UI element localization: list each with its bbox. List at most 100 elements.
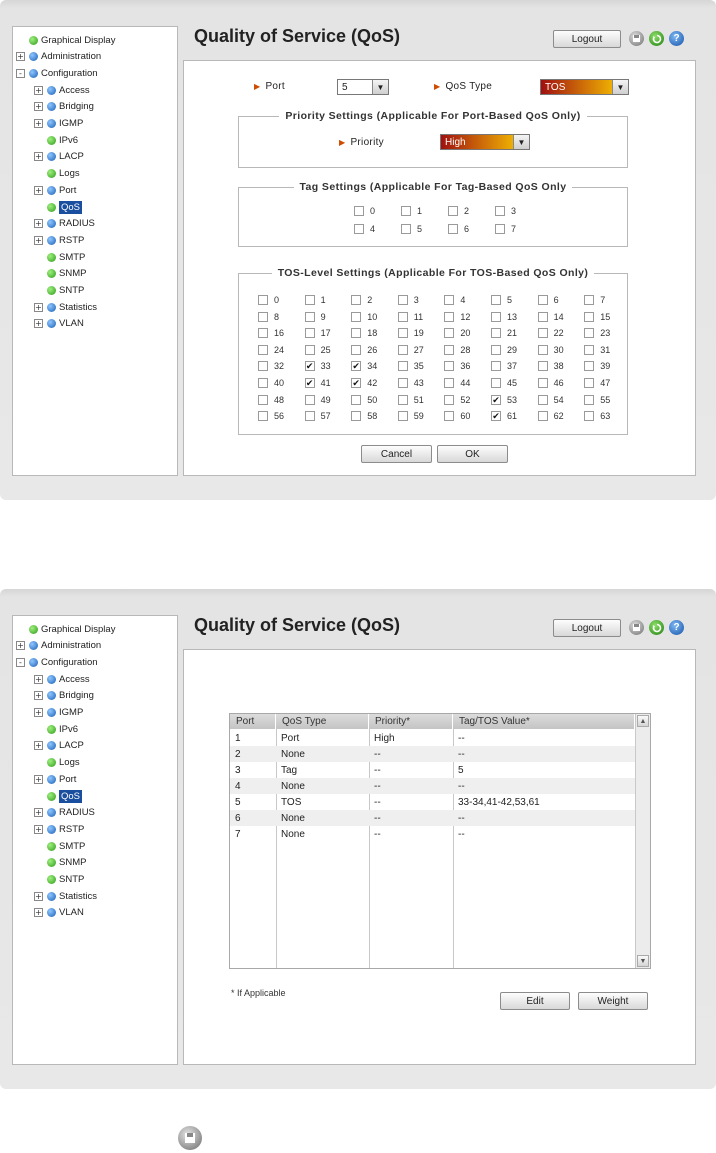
tos-checkbox-59[interactable] xyxy=(397,411,408,422)
tos-checkbox-40[interactable] xyxy=(258,378,268,388)
sidebar-item-logs[interactable]: Logs xyxy=(34,756,80,770)
tos-checkbox-56[interactable] xyxy=(258,411,268,422)
table-cell[interactable]: 5 xyxy=(453,762,464,778)
sidebar-item-vlan[interactable]: + VLAN xyxy=(34,317,84,331)
table-cell[interactable]: 5 xyxy=(230,794,241,810)
sidebar-item-administration[interactable]: + Administration xyxy=(16,639,101,653)
tos-checkbox-38[interactable] xyxy=(537,361,548,372)
tos-checkbox-35[interactable] xyxy=(397,361,408,372)
table-cell[interactable]: -- xyxy=(369,826,381,842)
table-cell[interactable]: 4 xyxy=(230,778,241,794)
tos-checkbox-36[interactable] xyxy=(444,361,455,372)
sidebar-item-smtp[interactable]: SMTP xyxy=(34,839,85,853)
sidebar-item-administration[interactable]: + Administration xyxy=(16,50,101,64)
tos-checkbox-29[interactable] xyxy=(491,344,501,355)
save-icon[interactable] xyxy=(629,31,644,46)
sidebar-item-igmp[interactable]: + IGMP xyxy=(34,706,83,720)
tos-checkbox-42[interactable]: ✔ xyxy=(351,378,362,388)
table-cell[interactable]: 33-34,41-42,53,61 xyxy=(453,794,540,810)
sidebar-item-logs[interactable]: Logs xyxy=(34,167,80,181)
table-cell[interactable]: 1 xyxy=(230,730,241,746)
tos-checkbox-8[interactable] xyxy=(258,311,268,322)
sidebar-item-lacp[interactable]: + LACP xyxy=(34,739,84,753)
tos-checkbox-62[interactable] xyxy=(537,411,548,422)
port-select[interactable]: 5 ▼ xyxy=(337,79,389,95)
tos-checkbox-51[interactable] xyxy=(397,394,408,405)
expand-icon[interactable]: + xyxy=(34,824,43,834)
qos-type-select[interactable]: TOS ▼ xyxy=(540,79,629,95)
tos-checkbox-7[interactable] xyxy=(584,295,595,305)
tos-checkbox-44[interactable] xyxy=(444,378,455,388)
table-cell[interactable]: 3 xyxy=(230,762,241,778)
tos-checkbox-2[interactable] xyxy=(351,295,362,305)
tos-checkbox-21[interactable] xyxy=(491,328,501,339)
tos-checkbox-18[interactable] xyxy=(351,328,362,339)
tos-checkbox-3[interactable] xyxy=(397,295,408,305)
table-cell[interactable]: -- xyxy=(369,810,381,826)
sidebar-item-radius[interactable]: + RADIUS xyxy=(34,217,95,231)
sidebar-item-igmp[interactable]: + IGMP xyxy=(34,117,83,131)
tos-checkbox-1[interactable] xyxy=(304,295,315,305)
tag-checkbox-0[interactable] xyxy=(354,206,364,216)
sidebar-item-vlan[interactable]: + VLAN xyxy=(34,906,84,920)
expand-icon[interactable]: + xyxy=(34,691,43,701)
table-cell[interactable]: -- xyxy=(369,794,381,810)
tos-checkbox-24[interactable] xyxy=(258,344,268,355)
sidebar-item-rstp[interactable]: + RSTP xyxy=(34,233,84,247)
collapse-icon[interactable]: - xyxy=(16,68,25,78)
sidebar-item-configuration[interactable]: - Configuration xyxy=(16,655,98,669)
tos-checkbox-47[interactable] xyxy=(584,378,595,388)
tos-checkbox-32[interactable] xyxy=(258,361,268,372)
column-header[interactable]: Tag/TOS Value* xyxy=(453,714,635,729)
tos-checkbox-45[interactable] xyxy=(491,378,501,388)
tag-checkbox-3[interactable] xyxy=(495,206,505,216)
expand-icon[interactable]: + xyxy=(16,641,25,651)
weight-button[interactable]: Weight xyxy=(578,992,648,1010)
tos-checkbox-10[interactable] xyxy=(351,311,362,322)
tos-checkbox-49[interactable] xyxy=(304,394,315,405)
tos-checkbox-15[interactable] xyxy=(584,311,595,322)
tos-checkbox-19[interactable] xyxy=(397,328,408,339)
table-cell[interactable]: 6 xyxy=(230,810,241,826)
tos-checkbox-41[interactable]: ✔ xyxy=(304,378,315,388)
tag-checkbox-1[interactable] xyxy=(401,206,411,216)
save-icon[interactable] xyxy=(629,620,644,635)
ok-button[interactable]: OK xyxy=(437,445,508,463)
tos-checkbox-13[interactable] xyxy=(491,311,501,322)
table-cell[interactable]: Port xyxy=(276,730,299,746)
tos-checkbox-6[interactable] xyxy=(537,295,548,305)
table-cell[interactable]: None xyxy=(276,778,305,794)
table-cell[interactable]: High xyxy=(369,730,395,746)
refresh-icon[interactable] xyxy=(649,620,664,635)
expand-icon[interactable]: + xyxy=(34,808,43,818)
tos-checkbox-22[interactable] xyxy=(537,328,548,339)
priority-select[interactable]: High ▼ xyxy=(440,134,530,150)
tos-checkbox-25[interactable] xyxy=(304,344,315,355)
expand-icon[interactable]: + xyxy=(34,185,43,195)
column-header[interactable]: Port xyxy=(230,714,276,729)
help-icon[interactable]: ? xyxy=(669,31,684,46)
expand-icon[interactable]: + xyxy=(34,891,43,901)
tos-checkbox-0[interactable] xyxy=(258,295,268,305)
tos-checkbox-26[interactable] xyxy=(351,344,362,355)
table-cell[interactable]: Tag xyxy=(276,762,297,778)
tos-checkbox-5[interactable] xyxy=(491,295,501,305)
help-icon[interactable]: ? xyxy=(669,620,684,635)
expand-icon[interactable]: + xyxy=(34,219,43,229)
expand-icon[interactable]: + xyxy=(16,52,25,62)
sidebar-item-smtp[interactable]: SMTP xyxy=(34,250,85,264)
table-cell[interactable]: -- xyxy=(453,730,465,746)
tag-checkbox-5[interactable] xyxy=(401,224,411,234)
tos-checkbox-27[interactable] xyxy=(397,344,408,355)
sidebar-item-rstp[interactable]: + RSTP xyxy=(34,822,84,836)
sidebar-item-ipv6[interactable]: IPv6 xyxy=(34,722,78,736)
sidebar-item-ipv6[interactable]: IPv6 xyxy=(34,133,78,147)
expand-icon[interactable]: + xyxy=(34,85,43,95)
tos-checkbox-11[interactable] xyxy=(397,311,408,322)
table-cell[interactable]: None xyxy=(276,746,305,762)
expand-icon[interactable]: + xyxy=(34,741,43,751)
column-header[interactable]: QoS Type xyxy=(276,714,369,729)
table-cell[interactable]: 7 xyxy=(230,826,241,842)
expand-icon[interactable]: + xyxy=(34,119,43,128)
sidebar-item-snmp[interactable]: SNMP xyxy=(34,856,86,870)
